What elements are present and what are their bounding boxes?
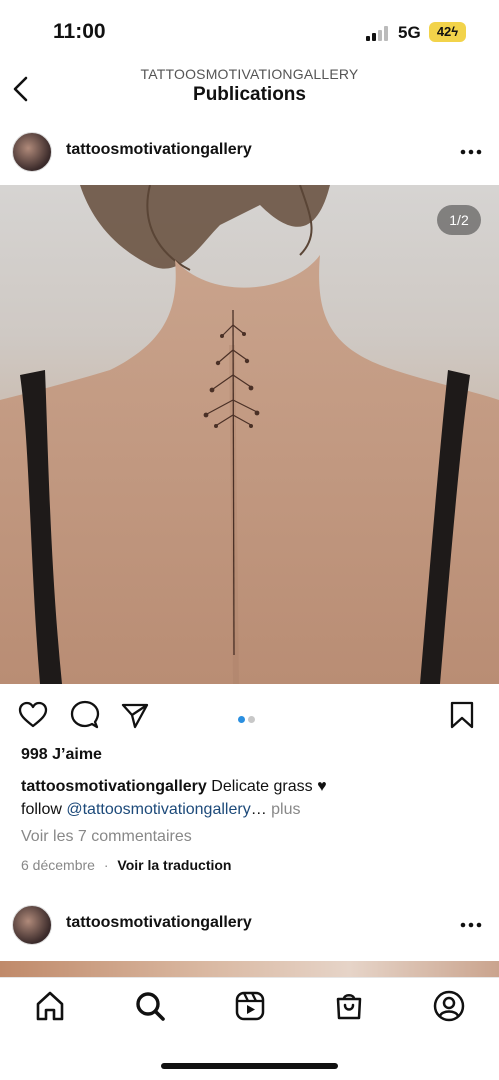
image-counter: 1/2	[437, 205, 481, 235]
carousel-dot	[248, 716, 255, 723]
post-header: tattoosmotivationgallery	[0, 124, 499, 180]
avatar[interactable]	[12, 132, 52, 172]
avatar[interactable]	[12, 905, 52, 945]
like-icon[interactable]	[18, 700, 48, 730]
caption-follow: follow	[21, 801, 67, 818]
carousel-indicator	[238, 710, 262, 723]
likes-count[interactable]: 998 J’aime	[21, 746, 102, 764]
header-account: TATTOOSMOTIVATIONGALLERY	[140, 66, 359, 82]
next-post-header: tattoosmotivationgallery	[0, 897, 499, 953]
status-bar: 11:00 5G 42ϟ	[0, 0, 499, 62]
caption-ellipsis: …	[250, 801, 272, 818]
save-icon[interactable]	[447, 700, 477, 730]
page-title: Publications	[193, 84, 306, 105]
home-indicator	[161, 1063, 338, 1069]
post-caption: tattoosmotivationgallery Delicate grass …	[21, 775, 481, 821]
shop-icon[interactable]	[333, 990, 365, 1022]
status-time: 11:00	[53, 20, 106, 43]
caption-text: Delicate grass ♥	[206, 778, 327, 795]
home-icon[interactable]	[34, 990, 66, 1022]
next-post-image[interactable]	[0, 961, 499, 977]
post-image[interactable]: 1/2	[0, 185, 499, 684]
post-username[interactable]: tattoosmotivationgallery	[66, 141, 252, 159]
network-label: 5G	[398, 23, 421, 42]
battery-indicator: 42ϟ	[429, 22, 466, 42]
more-icon[interactable]	[458, 913, 484, 937]
carousel-dot-active	[238, 716, 245, 723]
signal-icon	[366, 26, 388, 41]
caption-mention[interactable]: @tattoosmotivationgallery	[66, 801, 250, 818]
back-tattoo-photo	[0, 185, 499, 684]
profile-icon[interactable]	[433, 990, 465, 1022]
share-icon[interactable]	[120, 700, 150, 730]
post-date: 6 décembre	[21, 857, 95, 873]
post-meta: 6 décembre · Voir la traduction	[21, 857, 231, 873]
more-icon[interactable]	[458, 140, 484, 164]
post-username[interactable]: tattoosmotivationgallery	[66, 914, 252, 932]
page-header: TATTOOSMOTIVATIONGALLERY Publications	[0, 62, 499, 118]
caption-username[interactable]: tattoosmotivationgallery	[21, 778, 207, 795]
view-comments-link[interactable]: Voir les 7 commentaires	[21, 828, 192, 846]
translate-link[interactable]: Voir la traduction	[117, 857, 231, 873]
comment-icon[interactable]	[70, 700, 100, 730]
caption-more-link[interactable]: plus	[271, 801, 300, 818]
post-actions	[0, 696, 499, 736]
reels-icon[interactable]	[234, 990, 266, 1022]
charging-icon: ϟ	[451, 24, 459, 39]
search-icon[interactable]	[134, 990, 166, 1022]
battery-level: 42	[436, 24, 452, 39]
meta-separator: ·	[103, 857, 109, 873]
